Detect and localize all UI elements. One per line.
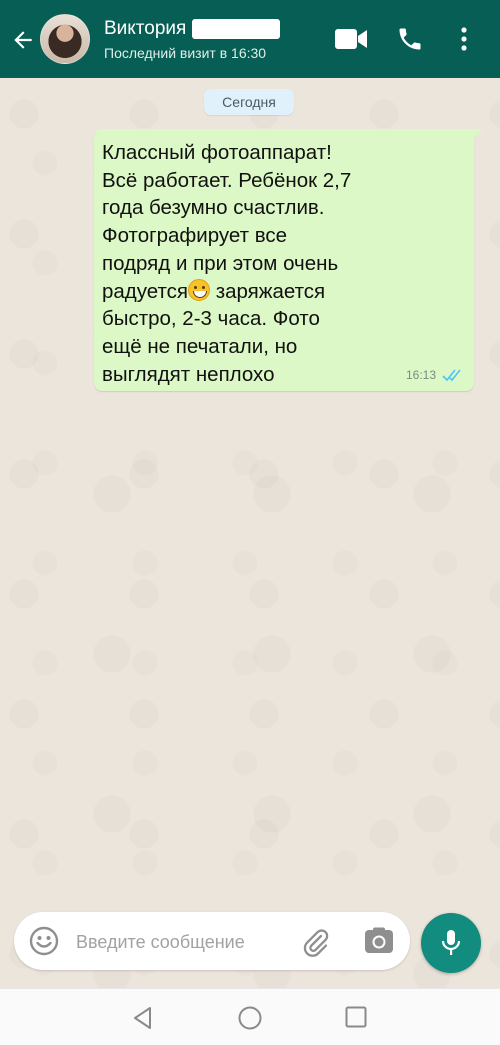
message-timestamp: 16:13 (405, 368, 436, 382)
message-line: быстро, 2-3 часа. Фото (102, 307, 320, 331)
contact-name[interactable]: Виктория (104, 18, 281, 40)
system-navigation-bar (0, 988, 500, 1045)
chat-area[interactable]: Сегодня Классный фотоаппарат! Всё работа… (0, 78, 500, 988)
contact-avatar[interactable] (40, 14, 90, 64)
message-line-part: радуется (102, 279, 189, 303)
message-line: подряд и при этом очень (102, 251, 339, 275)
message-line: ещё не печатали, но (102, 334, 298, 358)
message-line: Всё работает. Ребёнок 2,7 (102, 168, 352, 192)
redacted-surname (192, 18, 281, 39)
message-line: года безумно счастлив. (102, 196, 325, 220)
attach-icon[interactable] (300, 927, 330, 957)
more-options-icon[interactable] (455, 25, 473, 53)
read-double-check-icon (442, 369, 461, 382)
message-text: Классный фотоаппарат! Всё работает. Ребё… (102, 139, 462, 388)
message-line: Классный фотоаппарат! (102, 141, 332, 164)
chat-header: Виктория Последний визит в 16:30 (0, 0, 500, 78)
message-line: Фотографирует все (102, 224, 288, 248)
back-arrow-icon[interactable] (10, 27, 36, 53)
nav-back-icon[interactable] (130, 1005, 156, 1031)
message-line-with-emoji: радуется заряжается (102, 278, 462, 306)
phone-icon[interactable] (396, 25, 424, 53)
message-line-part: заряжается (210, 279, 326, 303)
mic-icon (441, 930, 461, 955)
video-call-icon[interactable] (334, 26, 368, 52)
contact-name-text: Виктория (104, 18, 187, 39)
camera-icon[interactable] (364, 927, 394, 955)
last-seen-status: Последний визит в 16:30 (104, 45, 267, 61)
nav-recents-icon[interactable] (345, 1006, 367, 1028)
message-composer[interactable]: Введите сообщение (14, 912, 410, 970)
voice-message-button[interactable] (421, 913, 481, 973)
emoji-icon[interactable] (29, 926, 59, 956)
message-input[interactable]: Введите сообщение (76, 932, 245, 953)
grinning-face-emoji-icon (188, 278, 211, 301)
date-separator: Сегодня (204, 89, 294, 115)
outgoing-message-bubble[interactable]: Классный фотоаппарат! Всё работает. Ребё… (94, 129, 483, 391)
nav-home-icon[interactable] (237, 1005, 263, 1031)
